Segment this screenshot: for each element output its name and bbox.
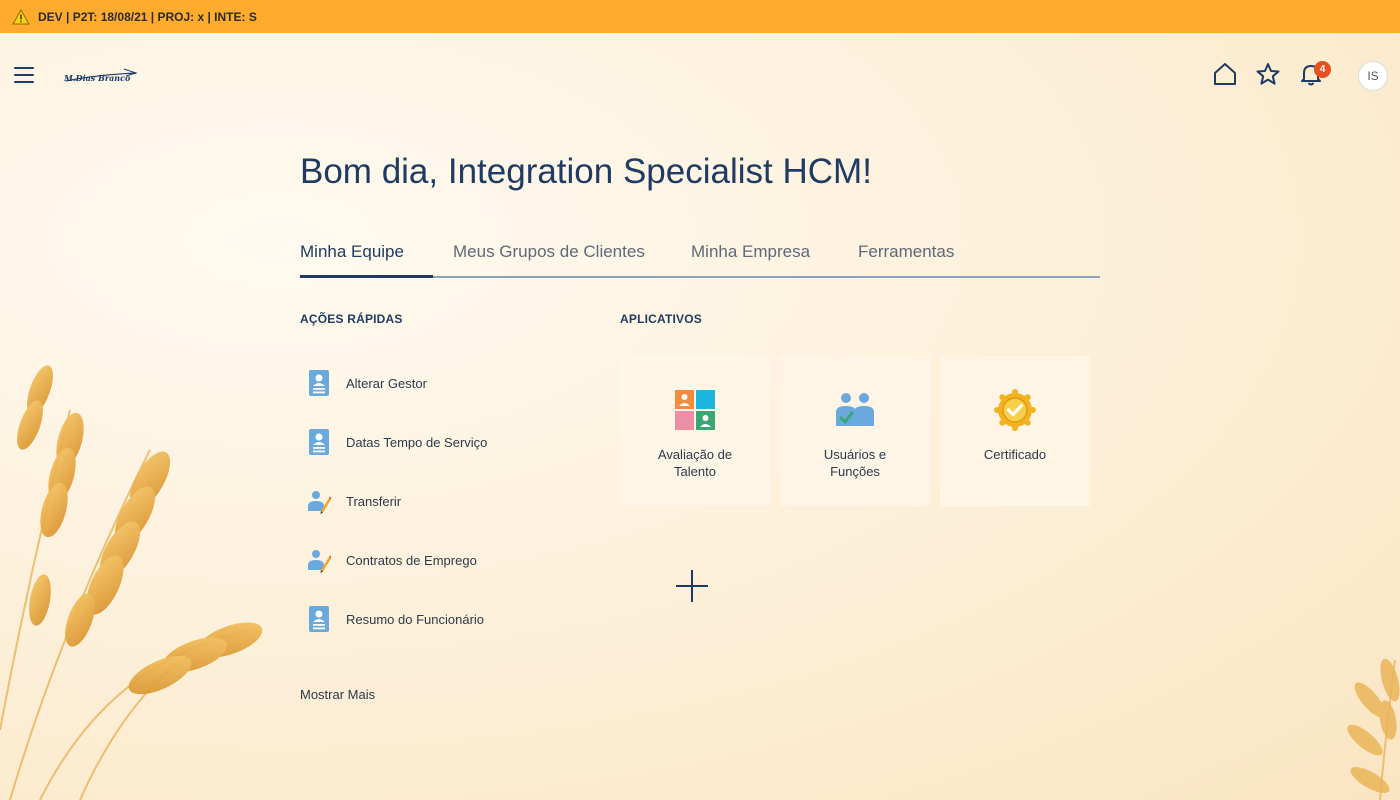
menu-icon[interactable]	[14, 67, 34, 83]
quick-action-datas-tempo-de-servico[interactable]: Datas Tempo de Serviço	[300, 424, 560, 460]
apps-title: APLICATIVOS	[620, 312, 702, 326]
logo-text: M.Dias Branco	[64, 73, 131, 83]
quick-action-label: Contratos de Emprego	[346, 552, 477, 568]
employee-card-icon	[309, 429, 329, 455]
quick-action-transferir[interactable]: Transferir	[300, 483, 560, 519]
app-tile-label: Certificado	[983, 447, 1047, 462]
active-tab-indicator	[300, 275, 433, 278]
show-more-link[interactable]: Mostrar Mais	[300, 687, 375, 702]
environment-banner: DEV | P2T: 18/08/21 | PROJ: x | INTE: S	[0, 0, 1400, 33]
global-header: M.Dias Branco 4 IS	[0, 33, 1400, 118]
notification-badge: 4	[1314, 61, 1331, 78]
tab-ferramentas[interactable]: Ferramentas	[858, 242, 954, 262]
person-edit-icon	[308, 491, 331, 514]
talent-review-icon	[675, 390, 715, 430]
quick-actions-title: AÇÕES RÁPIDAS	[300, 312, 403, 326]
users-roles-icon	[836, 393, 874, 426]
app-tile-certificado[interactable]: Certificado	[940, 356, 1090, 506]
tab-minha-equipe[interactable]: Minha Equipe	[300, 242, 404, 262]
quick-action-label: Resumo do Funcionário	[346, 611, 485, 627]
environment-banner-text: DEV | P2T: 18/08/21 | PROJ: x | INTE: S	[38, 9, 257, 24]
quick-action-label: Alterar Gestor	[346, 375, 427, 391]
star-icon[interactable]	[1255, 61, 1281, 87]
tab-bar: Minha Equipe Meus Grupos de Clientes Min…	[300, 240, 1100, 278]
wheat-decoration-right	[1347, 658, 1400, 800]
quick-action-resumo-do-funcionario[interactable]: Resumo do Funcionário	[300, 601, 560, 637]
employee-card-icon	[309, 370, 329, 396]
greeting-title: Bom dia, Integration Specialist HCM!	[300, 152, 872, 191]
company-logo[interactable]: M.Dias Branco	[64, 65, 138, 87]
home-icon[interactable]	[1212, 61, 1238, 87]
person-edit-icon	[308, 550, 331, 573]
add-app-button[interactable]	[674, 568, 710, 604]
certificate-icon	[994, 389, 1036, 431]
quick-action-label: Transferir	[346, 493, 402, 509]
user-avatar[interactable]: IS	[1358, 61, 1388, 91]
employee-card-icon	[309, 606, 329, 632]
quick-action-alterar-gestor[interactable]: Alterar Gestor	[300, 365, 560, 401]
wheat-decoration-left	[0, 365, 263, 800]
app-tile-avaliacao-de-talento[interactable]: Avaliação de Talento	[620, 356, 770, 506]
app-tile-label: Avaliação de Talento	[657, 447, 733, 479]
warning-icon	[12, 8, 30, 24]
quick-action-contratos-de-emprego[interactable]: Contratos de Emprego	[300, 542, 560, 578]
app-tile-label: Usuários e Funções	[823, 447, 887, 479]
app-tile-usuarios-e-funcoes[interactable]: Usuários e Funções	[780, 356, 930, 506]
tab-minha-empresa[interactable]: Minha Empresa	[691, 242, 810, 262]
quick-action-label: Datas Tempo de Serviço	[346, 434, 488, 450]
tab-meus-grupos-de-clientes[interactable]: Meus Grupos de Clientes	[453, 242, 645, 262]
